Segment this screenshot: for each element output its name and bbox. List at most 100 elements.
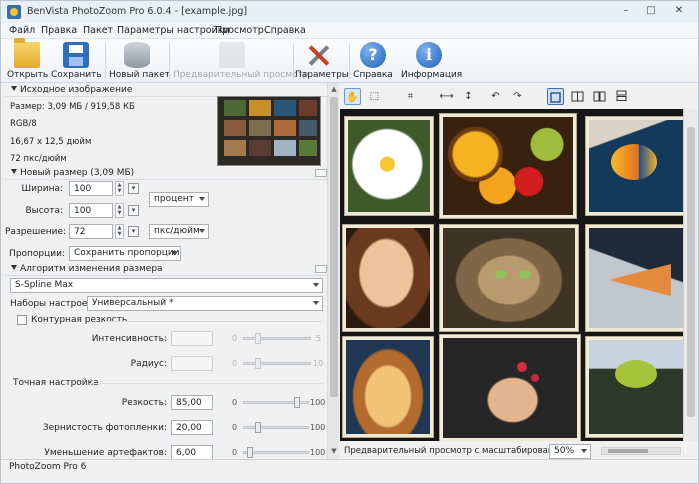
preview-horizontal-scrollbar[interactable] bbox=[601, 447, 681, 455]
sharpness-min: 0 bbox=[232, 398, 238, 407]
photo-frog bbox=[586, 337, 683, 437]
rotate-left-button[interactable]: ↶ bbox=[487, 88, 504, 105]
resolution-toggle[interactable]: ▾ bbox=[128, 226, 139, 237]
app-window: BenVista PhotoZoom Pro 6.0.4 - [example.… bbox=[0, 0, 699, 484]
scroll-up-icon[interactable]: ▲ bbox=[330, 85, 338, 93]
photo-food bbox=[343, 337, 433, 437]
chevron-down-icon bbox=[313, 301, 319, 305]
open-label: Открыть bbox=[7, 70, 49, 80]
sharpness-input[interactable] bbox=[171, 395, 213, 410]
horizontal-scroll-thumb[interactable] bbox=[608, 449, 648, 453]
settings-scrollbar[interactable]: ▲ ▼ bbox=[327, 83, 339, 459]
menu-file[interactable]: Файл bbox=[9, 25, 35, 36]
fit-width-button[interactable]: ⟷ bbox=[438, 88, 455, 105]
film-grain-input[interactable] bbox=[171, 420, 213, 435]
proportions-select[interactable]: Сохранить пропорции bbox=[69, 246, 181, 261]
unsharp-mask-checkbox[interactable] bbox=[17, 315, 27, 325]
intensity-slider-track[interactable] bbox=[243, 337, 311, 340]
fit-height-button[interactable]: ↕ bbox=[460, 88, 477, 105]
floppy-disk-icon bbox=[63, 42, 89, 68]
resize-method-select[interactable]: S-Spline Max bbox=[10, 278, 323, 293]
source-dimensions-text: 16,67 x 12,5 дюйм bbox=[10, 137, 92, 147]
parameters-button[interactable]: Параметры bbox=[295, 41, 349, 81]
source-resolution-text: 72 пкс/дюйм bbox=[10, 154, 67, 164]
preview-canvas[interactable] bbox=[340, 109, 683, 441]
height-input[interactable] bbox=[69, 203, 113, 218]
maximize-button[interactable]: □ bbox=[639, 3, 663, 19]
width-input[interactable] bbox=[69, 181, 113, 196]
section-options-button[interactable] bbox=[315, 169, 327, 177]
preview-vertical-scrollbar[interactable] bbox=[683, 109, 698, 441]
algorithm-header[interactable]: Алгоритм изменения размера bbox=[5, 264, 327, 276]
side-by-side-button[interactable] bbox=[591, 88, 608, 105]
height-spinner[interactable]: ▲ ▼ bbox=[115, 203, 124, 218]
minimize-button[interactable]: – bbox=[614, 3, 638, 19]
stacked-view-button[interactable] bbox=[613, 88, 630, 105]
menu-edit[interactable]: Правка bbox=[41, 25, 77, 36]
resolution-input[interactable] bbox=[69, 224, 113, 239]
height-label: Высота: bbox=[25, 206, 63, 216]
intensity-min: 0 bbox=[232, 334, 238, 343]
film-grain-min: 0 bbox=[232, 423, 238, 432]
radius-slider-track[interactable] bbox=[243, 362, 311, 365]
intensity-slider-thumb[interactable] bbox=[255, 333, 261, 344]
radius-input[interactable] bbox=[171, 356, 213, 371]
link-dimensions-toggle[interactable]: ▾ bbox=[128, 205, 139, 216]
help-button[interactable]: ? Справка bbox=[353, 41, 393, 81]
artifact-reduction-slider-thumb[interactable] bbox=[246, 447, 253, 458]
film-grain-slider-track[interactable] bbox=[243, 426, 309, 429]
sharpness-slider-thumb[interactable] bbox=[294, 397, 300, 408]
settings-scroll-thumb[interactable] bbox=[330, 97, 338, 397]
resolution-unit-select[interactable]: пкс/дюйм bbox=[149, 224, 209, 239]
preview-button[interactable]: Предварительный просмотр bbox=[173, 41, 308, 81]
menu-batch[interactable]: Пакет bbox=[83, 25, 113, 36]
radius-slider-thumb[interactable] bbox=[255, 358, 261, 369]
stacked-view-icon bbox=[616, 90, 627, 101]
flower-petal bbox=[531, 374, 539, 382]
view-toolbar: ✋ ⬚ ⌗ ⟷ ↕ ↶ ↷ bbox=[340, 83, 698, 109]
menu-settings[interactable]: Параметры настройки bbox=[117, 25, 230, 36]
radius-min: 0 bbox=[232, 359, 238, 368]
resolution-spinner[interactable]: ▲ ▼ bbox=[115, 224, 124, 239]
close-button[interactable]: ✕ bbox=[663, 3, 695, 19]
open-button[interactable]: Открыть bbox=[7, 38, 49, 81]
crop-button[interactable]: ⌗ bbox=[402, 88, 419, 105]
chevron-down-icon bbox=[313, 283, 319, 287]
menu-help[interactable]: Справка bbox=[264, 25, 306, 36]
new-size-header[interactable]: Новый размер (3,09 МБ) bbox=[5, 168, 327, 180]
radius-max: 10 bbox=[313, 359, 324, 368]
fish-shape bbox=[611, 144, 657, 180]
source-image-title: Исходное изображение bbox=[20, 85, 133, 95]
presets-select[interactable]: Универсальный * bbox=[87, 296, 323, 311]
collapse-triangle-icon bbox=[11, 86, 17, 91]
section-divider bbox=[5, 275, 327, 276]
artifact-reduction-max: 100 bbox=[310, 448, 326, 457]
artifact-reduction-slider-track[interactable] bbox=[243, 451, 309, 454]
chevron-down-icon bbox=[199, 229, 205, 233]
new-batch-label: Новый пакет bbox=[109, 70, 171, 80]
new-batch-button[interactable]: Новый пакет bbox=[109, 41, 171, 81]
menu-view[interactable]: Просмотр bbox=[215, 25, 264, 36]
artifact-reduction-input[interactable] bbox=[171, 445, 213, 460]
source-mode-text: RGB/8 bbox=[10, 119, 37, 129]
scroll-down-icon[interactable]: ▼ bbox=[330, 447, 338, 455]
zoom-select[interactable]: 50% bbox=[549, 444, 591, 459]
flower-petal bbox=[517, 362, 527, 372]
selection-tool-button[interactable]: ⬚ bbox=[366, 88, 383, 105]
info-button[interactable]: i Информация bbox=[401, 41, 462, 81]
save-button[interactable]: Сохранить bbox=[51, 41, 102, 81]
toolbar-divider bbox=[169, 43, 170, 79]
film-grain-slider-thumb[interactable] bbox=[255, 422, 261, 433]
preview-scroll-thumb[interactable] bbox=[687, 127, 695, 417]
scaled-preview-label: Предварительный просмотр с масштабирован… bbox=[344, 446, 574, 456]
split-preview-button[interactable] bbox=[569, 88, 586, 105]
size-unit-select[interactable]: процент bbox=[149, 192, 209, 207]
single-view-button[interactable] bbox=[547, 88, 564, 105]
link-dimensions-toggle[interactable]: ▾ bbox=[128, 183, 139, 194]
section-options-button[interactable] bbox=[315, 265, 327, 273]
hand-tool-button[interactable]: ✋ bbox=[344, 88, 361, 105]
rotate-right-button[interactable]: ↷ bbox=[509, 88, 526, 105]
intensity-input[interactable] bbox=[171, 331, 213, 346]
algorithm-title: Алгоритм изменения размера bbox=[20, 264, 163, 274]
width-spinner[interactable]: ▲ ▼ bbox=[115, 181, 124, 196]
